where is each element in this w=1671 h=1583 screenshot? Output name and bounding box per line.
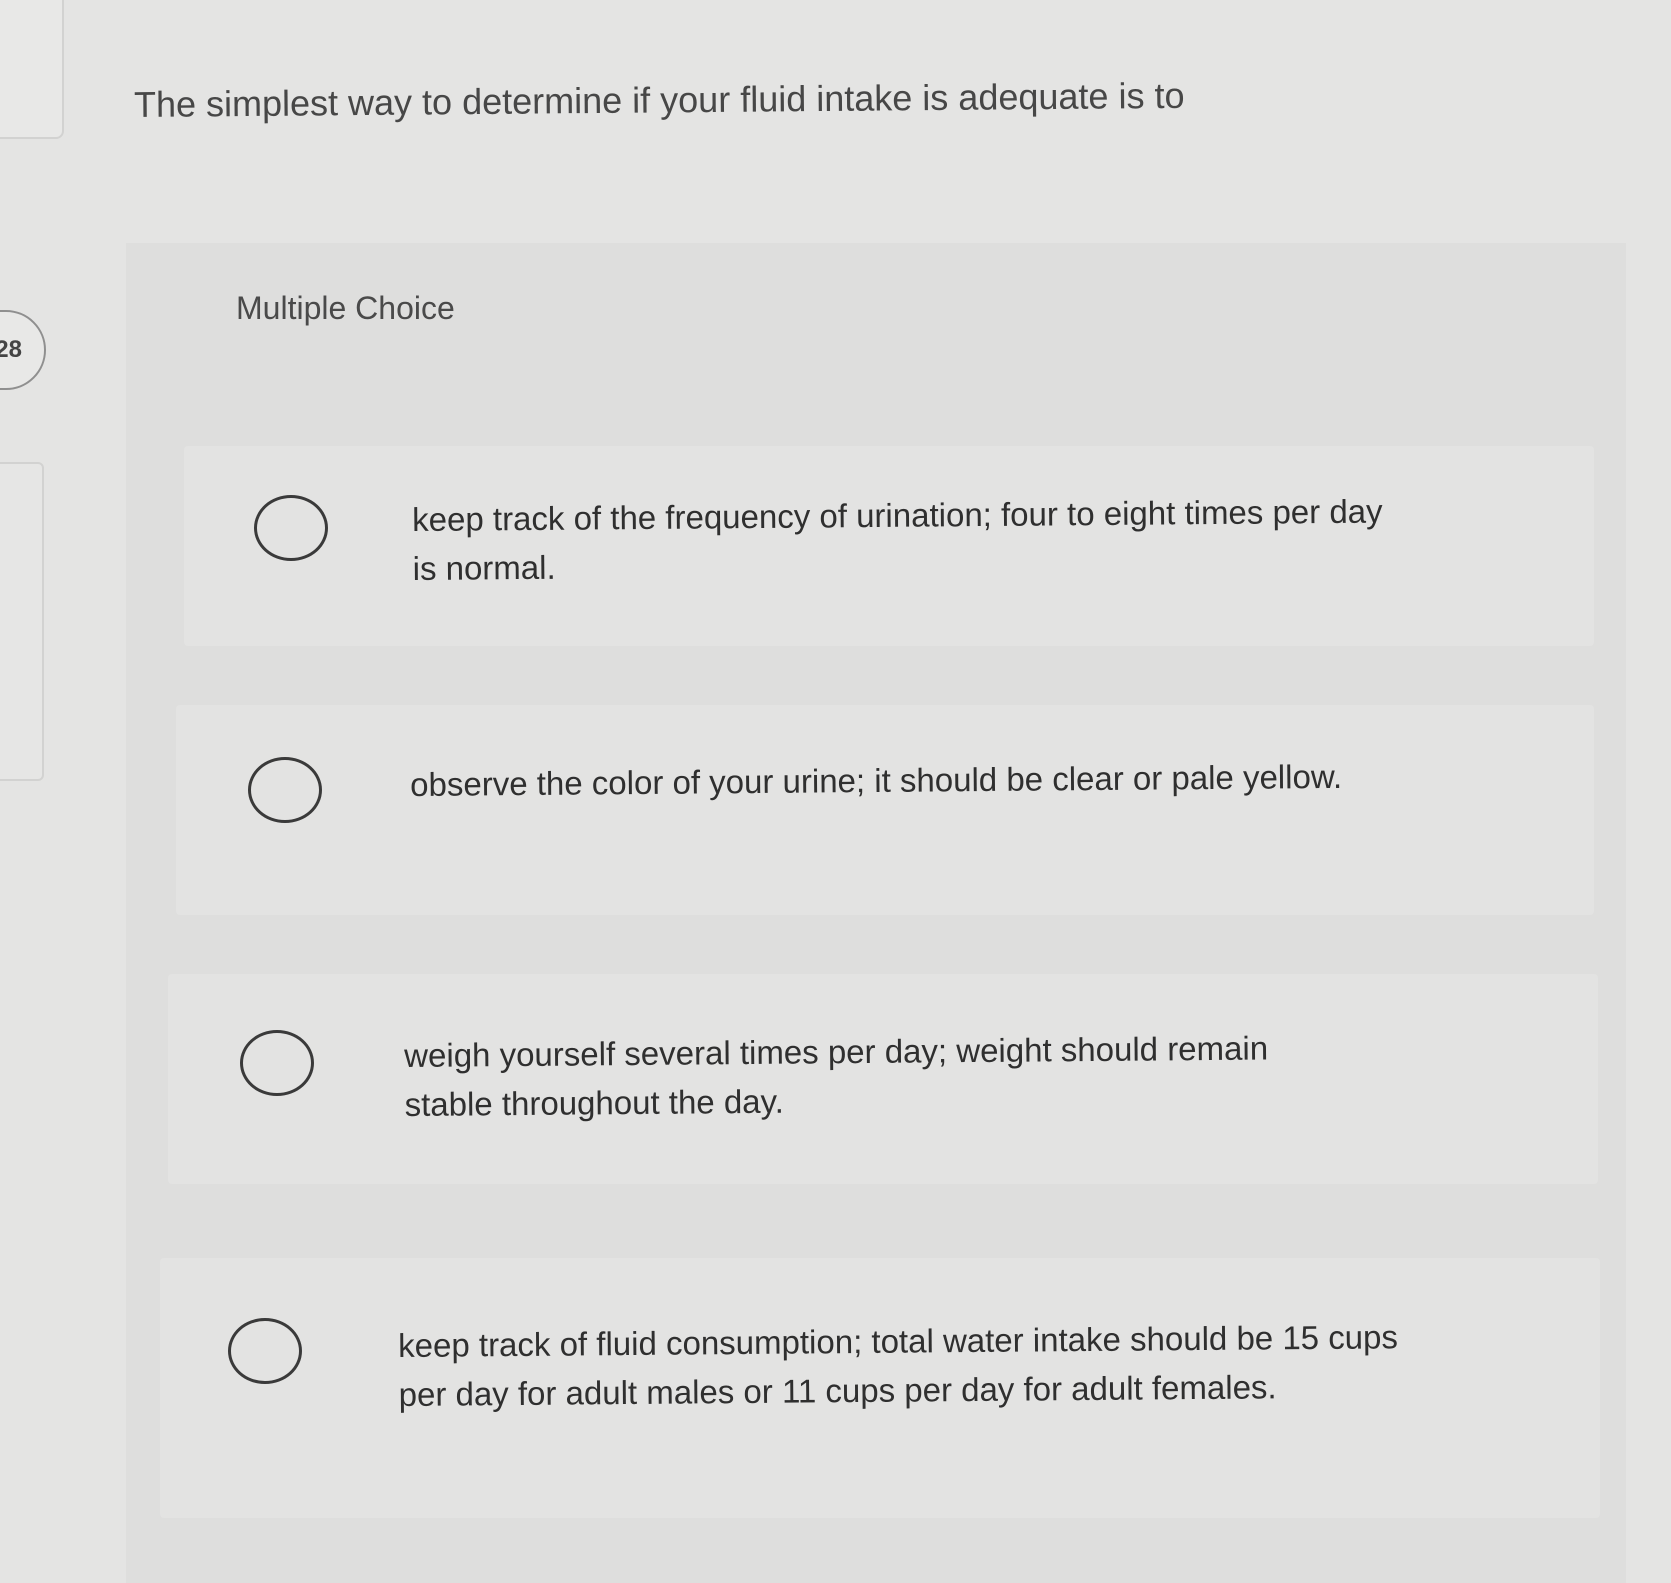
radio-button-option-2[interactable] (248, 757, 322, 823)
multiple-choice-heading: Multiple Choice (236, 290, 455, 326)
radio-button-option-3[interactable] (240, 1030, 314, 1096)
side-panel-card (0, 0, 64, 139)
side-panel-card-secondary (0, 462, 44, 781)
answer-option-4[interactable]: keep track of fluid consumption; total w… (160, 1258, 1600, 1518)
answer-option-2[interactable]: observe the color of your urine; it shou… (176, 705, 1594, 915)
answer-option-1-text: keep track of the frequency of urination… (412, 492, 1383, 587)
answer-option-1[interactable]: keep track of the frequency of urination… (184, 446, 1594, 646)
question-number-label: 28 (0, 336, 22, 363)
radio-button-option-1[interactable] (254, 495, 328, 561)
answer-option-4-text: keep track of fluid consumption; total w… (398, 1318, 1399, 1413)
answer-option-2-text: observe the color of your urine; it shou… (410, 757, 1343, 803)
answer-option-3[interactable]: weigh yourself several times per day; we… (168, 974, 1598, 1184)
answer-option-3-text: weigh yourself several times per day; we… (404, 1029, 1269, 1123)
radio-button-option-4[interactable] (228, 1318, 302, 1384)
question-number-badge[interactable]: 28 (0, 310, 46, 390)
question-prompt: The simplest way to determine if your fl… (133, 74, 1185, 125)
